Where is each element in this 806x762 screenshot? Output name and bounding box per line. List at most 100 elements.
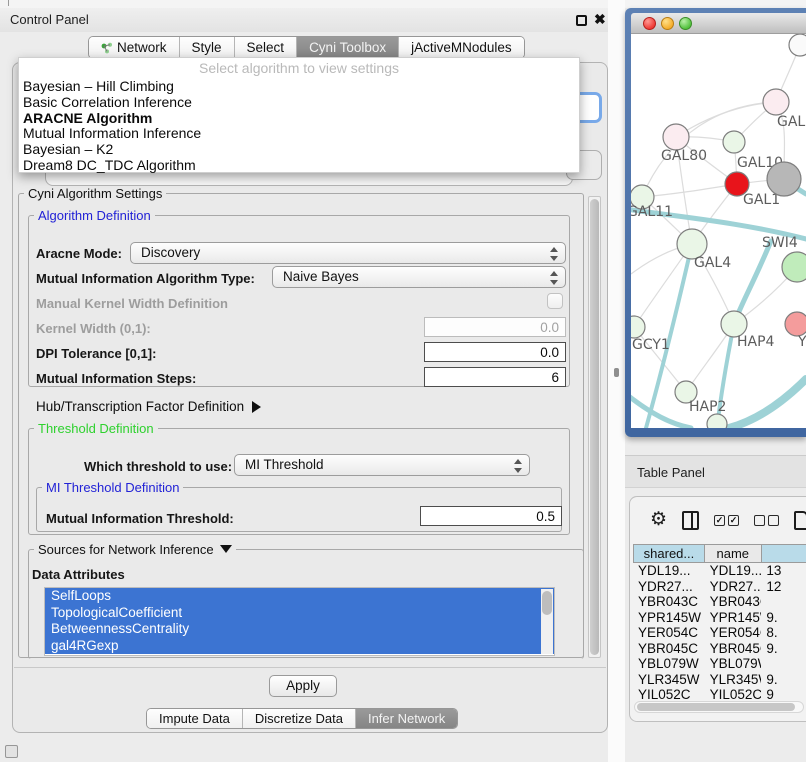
network-node-gal10[interactable] — [723, 131, 745, 153]
mi-steps-field[interactable]: 6 — [424, 367, 566, 387]
mi-threshold-field[interactable]: 0.5 — [420, 506, 562, 526]
network-node-swi4[interactable] — [782, 252, 806, 282]
data-attributes-label: Data Attributes — [32, 567, 125, 582]
apply-button[interactable]: Apply — [269, 675, 337, 697]
hub-expander[interactable]: Hub/Transcription Factor Definition — [36, 399, 261, 414]
attributes-scrollbar[interactable] — [541, 589, 553, 654]
aracne-mode-label: Aracne Mode: — [36, 246, 122, 261]
panel-gutter — [608, 0, 625, 762]
settings-divider — [14, 667, 606, 668]
attribute-item[interactable]: TopologicalCoefficient — [45, 605, 554, 622]
network-node-gcy1[interactable] — [631, 316, 645, 338]
algorithm-option[interactable]: Mutual Information Inference — [23, 126, 575, 142]
attribute-item[interactable]: gal4RGexp — [45, 638, 554, 655]
network-window-titlebar[interactable] — [631, 13, 806, 34]
algorithm-dropdown-placeholder: Select algorithm to view settings — [19, 60, 579, 76]
dock-grip[interactable] — [5, 745, 18, 758]
which-threshold-combo[interactable]: MI Threshold — [234, 454, 530, 476]
manual-kernel-label: Manual Kernel Width Definition — [36, 296, 228, 311]
expander-arrow-icon — [252, 401, 261, 413]
node-table[interactable]: shared...name YDL19...YDL19...13YDR27...… — [633, 544, 806, 703]
tab-impute-data[interactable]: Impute Data — [147, 709, 243, 728]
data-attributes-list[interactable]: SelfLoopsTopologicalCoefficientBetweenne… — [44, 587, 555, 656]
column-header[interactable]: shared... — [633, 544, 705, 563]
tab-cyni-toolbox[interactable]: Cyni Toolbox — [297, 37, 399, 58]
algorithm-option[interactable]: Bayesian – Hill Climbing — [23, 79, 575, 95]
table-row[interactable]: YBL079WYBL079W — [633, 656, 806, 672]
network-view-window[interactable]: GALGAL80GAL10GAL1GAL11SWI4GAL4GCY1HAP4YH… — [625, 8, 806, 437]
mi-type-combo[interactable]: Naive Bayes — [272, 266, 566, 288]
combo-arrows-icon — [549, 246, 558, 262]
table-cell: YDR27... — [633, 579, 705, 595]
select-all-icon[interactable]: ✓✓ — [714, 515, 739, 526]
table-row[interactable]: YBR043CYBR043C — [633, 594, 806, 610]
table-cell — [761, 594, 806, 610]
close-light[interactable] — [643, 17, 656, 30]
tab-discretize-data[interactable]: Discretize Data — [243, 709, 356, 728]
table-cell: YER054C — [633, 625, 705, 641]
algorithm-option[interactable]: Dream8 DC_TDC Algorithm — [23, 158, 575, 174]
table-cell: 9. — [761, 610, 806, 626]
node-label: HAP4 — [737, 334, 775, 350]
node-label: GAL4 — [694, 255, 731, 271]
algorithm-definition-title: Algorithm Definition — [34, 208, 155, 223]
aracne-mode-combo[interactable]: Discovery — [130, 242, 566, 264]
table-panel-title: Table Panel — [637, 465, 705, 480]
table-row[interactable]: YDR27...YDR27...12 — [633, 579, 806, 595]
column-header[interactable] — [762, 544, 806, 563]
tab-network[interactable]: Network — [89, 37, 180, 58]
float-icon[interactable] — [576, 15, 587, 26]
tab-label: Infer Network — [368, 711, 445, 726]
algorithm-dropdown-popup: Select algorithm to view settings Bayesi… — [18, 57, 580, 173]
network-edge — [642, 184, 737, 197]
tab-select[interactable]: Select — [235, 37, 298, 58]
table-row[interactable]: YLR345WYLR345W9. — [633, 672, 806, 688]
split-handle[interactable] — [614, 368, 619, 377]
tab-jactivemnodules[interactable]: jActiveMNodules — [399, 37, 524, 58]
network-node[interactable] — [707, 414, 727, 428]
settings-scrollbar[interactable] — [588, 196, 601, 658]
table-cell: YBR045C — [633, 641, 705, 657]
close-icon[interactable]: ✖ — [594, 11, 606, 28]
node-label: GAL — [777, 114, 805, 130]
dpi-tolerance-field[interactable]: 0.0 — [424, 342, 566, 362]
sources-group-title[interactable]: Sources for Network Inference — [34, 542, 236, 557]
column-header[interactable]: name — [705, 544, 762, 563]
attribute-item[interactable]: SelfLoops — [45, 588, 554, 605]
deselect-all-icon[interactable] — [754, 515, 779, 526]
network-icon — [101, 42, 113, 54]
table-row[interactable]: YPR145WYPR145W9. — [633, 610, 806, 626]
manual-kernel-checkbox[interactable] — [547, 293, 563, 309]
columns-icon[interactable] — [682, 511, 699, 530]
tab-style[interactable]: Style — [180, 37, 235, 58]
network-node[interactable] — [789, 34, 806, 56]
node-label: Y — [797, 334, 806, 350]
file-icon[interactable] — [794, 511, 806, 530]
network-node[interactable] — [767, 162, 801, 196]
minimize-light[interactable] — [661, 17, 674, 30]
tab-infer-network[interactable]: Infer Network — [356, 709, 457, 728]
table-hscrollbar[interactable] — [634, 701, 804, 713]
node-label: GAL11 — [631, 204, 673, 220]
algorithm-option[interactable]: ARACNE Algorithm — [23, 111, 575, 127]
sources-title-text: Sources for Network Inference — [38, 542, 214, 557]
network-node-gal80[interactable] — [663, 124, 689, 150]
zoom-light[interactable] — [679, 17, 692, 30]
algorithm-option[interactable]: Basic Correlation Inference — [23, 95, 575, 111]
table-row[interactable]: YBR045CYBR045C9. — [633, 641, 806, 657]
gear-icon[interactable]: ⚙ — [650, 510, 667, 530]
network-node-gal[interactable] — [763, 89, 789, 115]
table-cell: 9. — [761, 672, 806, 688]
algorithm-option[interactable]: Bayesian – K2 — [23, 142, 575, 158]
tab-label: Cyni Toolbox — [309, 40, 386, 55]
network-canvas[interactable]: GALGAL80GAL10GAL1GAL11SWI4GAL4GCY1HAP4YH… — [631, 34, 806, 428]
kernel-width-field[interactable]: 0.0 — [424, 317, 566, 337]
table-row[interactable]: YDL19...YDL19...13 — [633, 563, 806, 579]
table-row[interactable]: YER054CYER054C8. — [633, 625, 806, 641]
mi-steps-label: Mutual Information Steps: — [36, 371, 196, 386]
table-panel-header: Table Panel — [625, 455, 806, 488]
node-label: SWI4 — [762, 235, 798, 251]
control-panel-title: Control Panel — [10, 12, 89, 27]
attribute-item[interactable]: BetweennessCentrality — [45, 621, 554, 638]
network-node-y[interactable] — [785, 312, 806, 336]
